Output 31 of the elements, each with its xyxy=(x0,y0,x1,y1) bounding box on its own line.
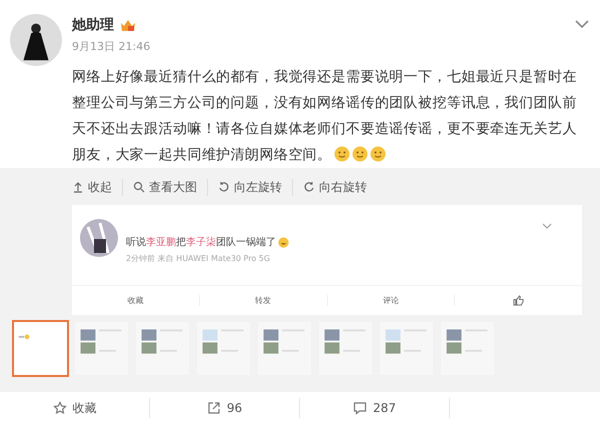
quoted-action: 收藏 xyxy=(72,295,200,306)
share-icon xyxy=(206,401,221,415)
smiley-icon xyxy=(334,146,350,162)
smiley-icon xyxy=(352,146,368,162)
favorite-button[interactable]: 收藏 xyxy=(0,398,150,418)
quoted-post-text: 听说李亚鹏把李子柒团队一锅端了 xyxy=(126,235,289,249)
quoted-action: 转发 xyxy=(200,295,328,306)
smiley-icon xyxy=(370,146,386,162)
rotate-right-icon xyxy=(303,181,315,193)
image-tool-button[interactable]: 向左旋转 xyxy=(218,178,293,196)
rotate-left-icon xyxy=(218,181,230,193)
repost-button[interactable]: 96 xyxy=(150,398,300,418)
vip-badge-icon xyxy=(120,18,136,32)
post-time: 9月13日 21:46 xyxy=(72,39,150,54)
post-text: 网络上好像最近猜什么的都有，我觉得还是需要说明一下，七姐最近只是暂时在整理公司与第三方公司的问题，没有如网络谣传的团队被挖等讯息，我们团队前天不还出去跟活动嘛！请各位自媒体老师们不要造谣传谣，更不要牵连无关艺人朋友，大家一起共同维护清朗网络空间。 xyxy=(72,68,578,165)
comment-icon xyxy=(353,401,368,415)
image-tool-button[interactable]: 向右旋转 xyxy=(303,178,377,196)
star-icon xyxy=(52,401,66,415)
author-name[interactable]: 她助理 xyxy=(72,16,114,34)
comment-button[interactable]: 287 xyxy=(300,398,450,418)
thumbnail-image[interactable] xyxy=(12,320,69,377)
quoted-post-meta: 2分钟前 来自 HUAWEI Mate30 Pro 5G xyxy=(126,253,272,264)
image-tool-button[interactable]: 收起 xyxy=(72,178,123,196)
thumbs-up-icon xyxy=(513,295,524,306)
chevron-down-icon[interactable] xyxy=(574,18,590,30)
image-tool-button[interactable]: 查看大图 xyxy=(133,178,208,196)
quoted-action: 评论 xyxy=(328,295,456,306)
chevron-down-icon xyxy=(542,223,552,230)
search-icon xyxy=(133,181,145,193)
up-arrow-icon xyxy=(72,181,84,193)
laughing-icon xyxy=(278,237,289,248)
